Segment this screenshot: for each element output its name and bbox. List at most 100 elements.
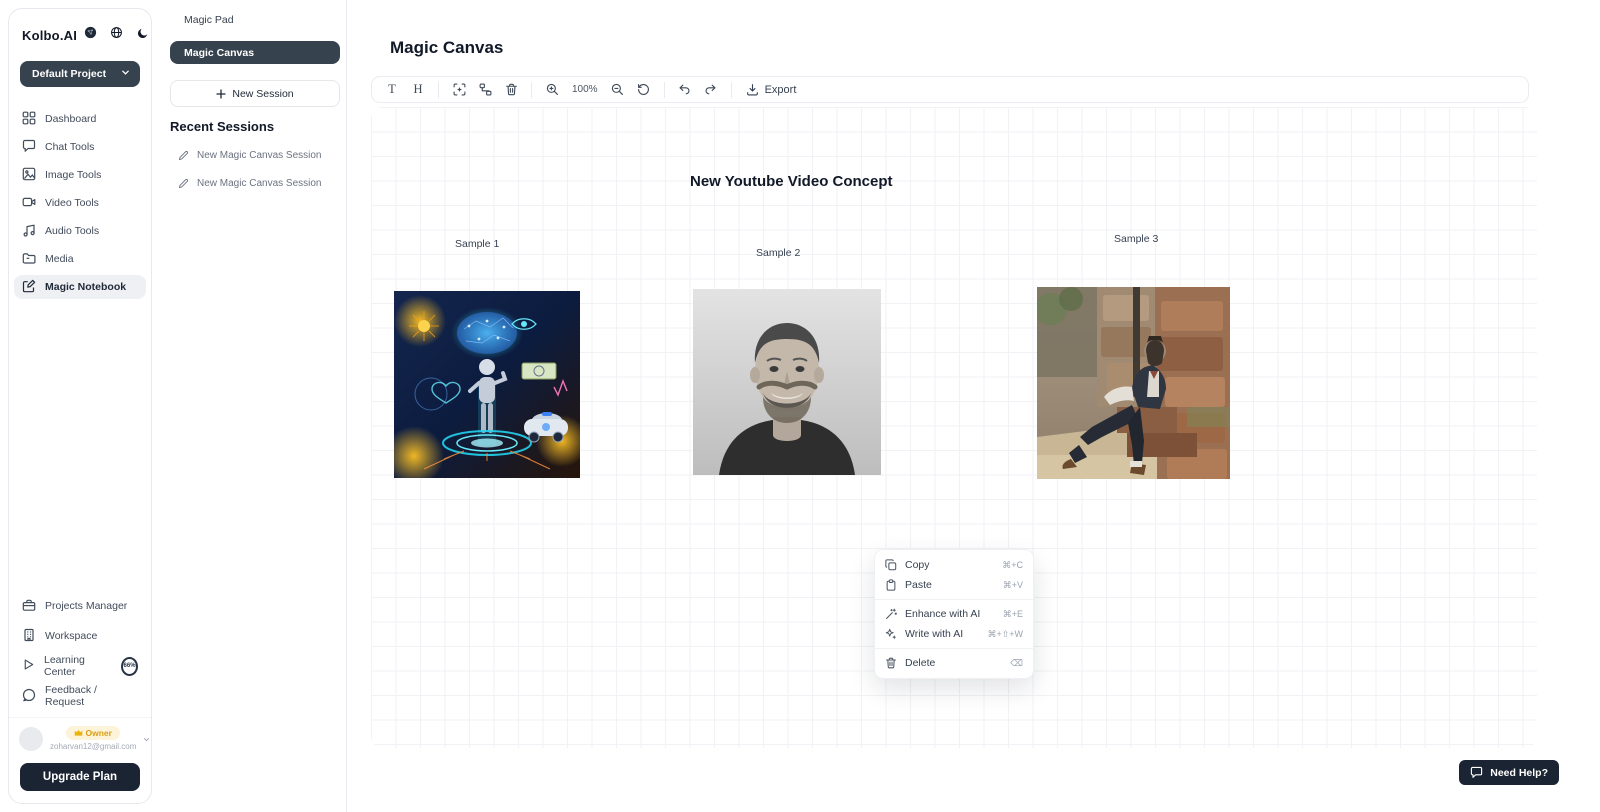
undo-icon [678, 83, 691, 96]
sidebar-item-label: Dashboard [45, 113, 96, 125]
sessions-panel: Magic Pad Magic Canvas New Session Recen… [152, 0, 347, 812]
undo-button[interactable] [673, 79, 697, 100]
sample-2-label[interactable]: Sample 2 [756, 247, 800, 259]
trash-icon [505, 83, 518, 96]
canvas-toolbar: T H 100% Export [371, 76, 1529, 103]
sidebar-item-label: Image Tools [45, 169, 101, 181]
sidebar-item-label: Audio Tools [45, 225, 99, 237]
project-selector-label: Default Project [32, 68, 106, 80]
delete-tool-button[interactable] [499, 79, 523, 100]
copy-icon [885, 559, 897, 571]
page-title: Magic Canvas [390, 38, 503, 58]
sidebar-item-audio-tools[interactable]: Audio Tools [14, 219, 146, 243]
magic-canvas-grid[interactable]: New Youtube Video Concept Sample 1 Sampl… [371, 107, 1537, 748]
sidebar-item-workspace[interactable]: Workspace [14, 625, 146, 647]
sidebar-item-dashboard[interactable]: Dashboard [14, 107, 146, 131]
sidebar-footer-nav: Projects Manager Workspace Learning Cent… [9, 595, 151, 707]
sidebar-item-learning-center[interactable]: Learning Center 66% [14, 655, 146, 677]
context-menu-item-paste[interactable]: Paste ⌘+V [875, 575, 1033, 595]
folder-icon [22, 251, 36, 268]
magic-wand-icon [885, 608, 897, 620]
sidebar-item-label: Learning Center [44, 654, 109, 678]
sample-2-image[interactable] [693, 289, 881, 475]
need-help-button[interactable]: Need Help? [1459, 760, 1559, 785]
upgrade-plan-button[interactable]: Upgrade Plan [20, 763, 140, 791]
new-session-label: New Session [232, 88, 293, 100]
zoom-level[interactable]: 100% [566, 84, 604, 95]
magic-canvas-item[interactable]: Magic Canvas [170, 41, 340, 64]
flow-connector-button[interactable] [473, 79, 497, 100]
main-area: Magic Canvas T H 100% [347, 0, 1600, 812]
sidebar-item-media[interactable]: Media [14, 247, 146, 271]
building-icon [22, 628, 36, 645]
context-menu-item-delete[interactable]: Delete ⌫ [875, 653, 1033, 673]
audio-icon [22, 223, 36, 240]
user-email: zoharvan12@gmail.com [50, 742, 136, 751]
canvas-heading-text[interactable]: New Youtube Video Concept [690, 173, 893, 190]
menu-divider [875, 599, 1033, 600]
shortcut: ⌘+E [1003, 609, 1023, 620]
help-chat-icon [1470, 766, 1483, 779]
sidebar-item-label: Video Tools [45, 197, 99, 209]
ai-select-button[interactable] [447, 79, 471, 100]
recent-sessions-heading: Recent Sessions [170, 119, 274, 134]
sample-1-label[interactable]: Sample 1 [455, 238, 499, 250]
menu-divider [875, 648, 1033, 649]
context-menu-item-copy[interactable]: Copy ⌘+C [875, 555, 1033, 575]
zoom-out-button[interactable] [606, 79, 630, 100]
new-session-button[interactable]: New Session [170, 80, 340, 107]
sidebar-item-chat-tools[interactable]: Chat Tools [14, 135, 146, 159]
magic-pad-item[interactable]: Magic Pad [184, 14, 234, 26]
dark-mode-moon-icon[interactable] [137, 26, 149, 44]
export-label: Export [765, 84, 797, 96]
project-selector[interactable]: Default Project [20, 61, 140, 87]
context-menu-item-write-with-ai[interactable]: Write with AI ⌘+⇧+W [875, 624, 1033, 644]
notebook-icon [22, 279, 36, 296]
redo-button[interactable] [699, 79, 723, 100]
language-globe-icon[interactable] [110, 26, 123, 44]
image-icon [22, 167, 36, 184]
sparkles-icon [885, 628, 897, 640]
sample-3-image[interactable] [1037, 287, 1230, 479]
zoom-in-button[interactable] [540, 79, 564, 100]
sidebar-item-image-tools[interactable]: Image Tools [14, 163, 146, 187]
sidebar-item-projects-manager[interactable]: Projects Manager [14, 595, 146, 617]
context-menu: Copy ⌘+C Paste ⌘+V Enhance with AI ⌘+E W… [874, 549, 1034, 679]
pencil-icon [178, 150, 189, 161]
reset-view-button[interactable] [632, 79, 656, 100]
need-help-label: Need Help? [1490, 767, 1548, 779]
chevron-down-icon [121, 68, 130, 80]
session-item[interactable]: New Magic Canvas Session [178, 150, 322, 161]
sample-3-label[interactable]: Sample 3 [1114, 233, 1158, 245]
shortcut: ⌘+⇧+W [987, 629, 1023, 640]
brain-logo-icon [83, 25, 98, 45]
user-profile[interactable]: Owner zoharvan12@gmail.com [9, 717, 151, 755]
sidebar-item-video-tools[interactable]: Video Tools [14, 191, 146, 215]
sidebar-item-feedback[interactable]: Feedback / Request [14, 685, 146, 707]
logo-row: Kolbo.AI [9, 9, 151, 45]
briefcase-icon [22, 598, 36, 615]
pencil-icon [178, 178, 189, 189]
sidebar-item-label: Media [45, 253, 74, 265]
text-tool-button[interactable]: T [380, 79, 404, 100]
sidebar-item-magic-notebook[interactable]: Magic Notebook [14, 275, 146, 299]
download-icon [746, 83, 759, 96]
shortcut: ⌘+V [1003, 580, 1023, 591]
sample-1-image[interactable] [394, 291, 580, 478]
learning-progress-badge: 66% [121, 657, 138, 676]
shortcut: ⌘+C [1002, 560, 1023, 571]
export-button[interactable]: Export [740, 83, 803, 96]
ai-scan-icon [453, 83, 466, 96]
zoom-out-icon [611, 83, 624, 96]
sidebar-item-label: Workspace [45, 630, 97, 642]
sidebar-item-label: Chat Tools [45, 141, 94, 153]
sidebar-item-label: Feedback / Request [45, 684, 138, 708]
session-item[interactable]: New Magic Canvas Session [178, 178, 322, 189]
avatar [19, 727, 43, 751]
owner-badge: Owner [66, 726, 119, 740]
heading-tool-button[interactable]: H [406, 79, 430, 100]
paste-icon [885, 579, 897, 591]
flow-icon [479, 83, 492, 96]
crown-icon [74, 729, 83, 737]
context-menu-item-enhance-with-ai[interactable]: Enhance with AI ⌘+E [875, 604, 1033, 624]
